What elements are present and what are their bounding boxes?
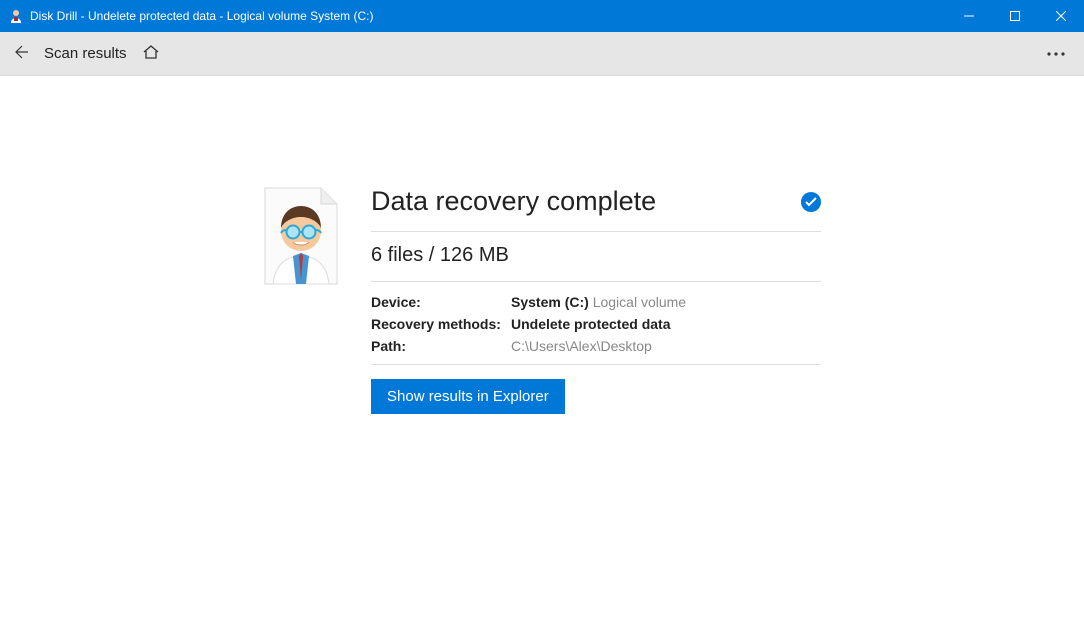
- recovery-avatar-icon: [263, 186, 339, 289]
- minimize-button[interactable]: [946, 0, 992, 32]
- breadcrumb[interactable]: Scan results: [44, 45, 127, 62]
- toolbar: Scan results: [0, 32, 1084, 76]
- divider: [371, 364, 821, 365]
- window-title-bar: Disk Drill - Undelete protected data - L…: [0, 0, 1084, 32]
- success-check-icon: [801, 192, 821, 212]
- back-icon[interactable]: [10, 42, 30, 65]
- window-controls: [946, 0, 1084, 32]
- device-value: System (C:) Logical volume: [511, 294, 821, 310]
- maximize-button[interactable]: [992, 0, 1038, 32]
- divider: [371, 281, 821, 282]
- home-icon[interactable]: [141, 42, 161, 65]
- device-label: Device:: [371, 294, 511, 310]
- recovery-summary-card: Data recovery complete 6 files / 126 MB …: [263, 186, 821, 414]
- methods-value: Undelete protected data: [511, 316, 821, 332]
- methods-label: Recovery methods:: [371, 316, 511, 332]
- path-value: C:\Users\Alex\Desktop: [511, 338, 821, 354]
- divider: [371, 231, 821, 232]
- result-summary: 6 files / 126 MB: [371, 244, 821, 267]
- more-options-icon[interactable]: [1038, 36, 1074, 72]
- window-title: Disk Drill - Undelete protected data - L…: [30, 9, 373, 23]
- result-heading: Data recovery complete: [371, 186, 656, 217]
- close-button[interactable]: [1038, 0, 1084, 32]
- result-details: Device: System (C:) Logical volume Recov…: [371, 294, 821, 354]
- show-results-button[interactable]: Show results in Explorer: [371, 379, 565, 414]
- main-content: Data recovery complete 6 files / 126 MB …: [0, 76, 1084, 414]
- path-label: Path:: [371, 338, 511, 354]
- app-icon: [8, 8, 24, 24]
